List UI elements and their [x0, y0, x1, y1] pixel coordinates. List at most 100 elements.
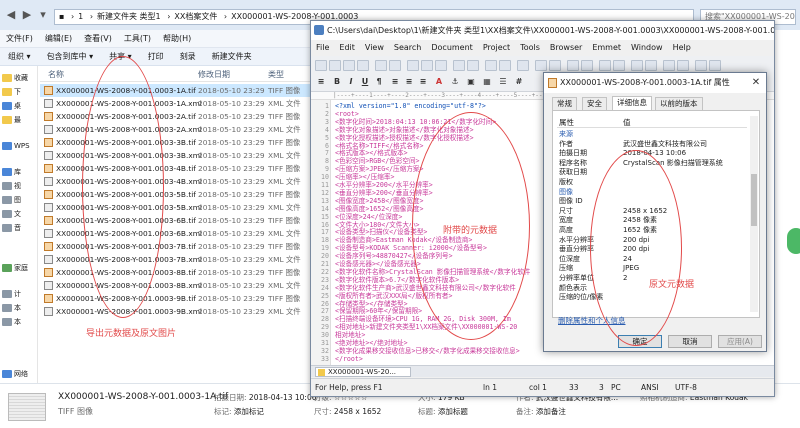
menu-file[interactable]: File	[311, 40, 334, 56]
directory-icon[interactable]	[663, 60, 675, 71]
document-tab[interactable]: XX000001-WS-20...	[315, 367, 411, 377]
image-icon[interactable]: ▣	[465, 76, 477, 88]
include-in-library-button[interactable]: 包含到库中 ▾	[39, 48, 102, 66]
align-left-icon[interactable]: ≡	[389, 76, 401, 88]
zoom-out-icon[interactable]	[613, 60, 625, 71]
menu-help[interactable]: Help	[668, 40, 696, 56]
sidebar-item-local-disk[interactable]: 本	[2, 302, 21, 314]
new-file-icon[interactable]	[315, 60, 327, 71]
sidebar-item-videos[interactable]: 视	[2, 180, 21, 192]
underline-icon[interactable]: U	[359, 76, 371, 88]
paragraph-icon[interactable]: ¶	[373, 76, 385, 88]
font-color-icon[interactable]: A	[433, 76, 445, 88]
menu-tools[interactable]: 工具(T)	[118, 30, 157, 48]
file-row[interactable]: XX000001-WS-2008-Y-001.0003-9B.xml 2018-0…	[40, 305, 350, 318]
sidebar-item-recent[interactable]: 最	[2, 114, 21, 126]
open-file-icon[interactable]	[329, 60, 341, 71]
macro-icon[interactable]	[631, 60, 643, 71]
new-folder-button[interactable]: 新建文件夹	[204, 48, 260, 66]
sidebar-item-libraries[interactable]: 库	[2, 166, 21, 178]
menu-edit[interactable]: 编辑(E)	[39, 30, 78, 48]
replace-icon[interactable]	[499, 60, 511, 71]
undo-icon[interactable]	[453, 60, 465, 71]
sidebar-item-favorites[interactable]: 收藏	[2, 72, 28, 84]
sidebar-item-downloads[interactable]: 下	[2, 86, 21, 98]
file-row[interactable]: XX000001-WS-2008-Y-001.0003-1A.tif 2018-0…	[40, 84, 350, 97]
scrollbar[interactable]	[750, 116, 758, 312]
settings-icon[interactable]	[695, 60, 707, 71]
spell-check-icon[interactable]	[581, 60, 593, 71]
forward-icon[interactable]: ▶	[20, 8, 34, 22]
menu-browser[interactable]: Browser	[545, 40, 587, 56]
column-header-date[interactable]: 修改日期	[198, 69, 230, 80]
list-icon[interactable]: ☰	[497, 76, 509, 88]
italic-icon[interactable]: I	[345, 76, 357, 88]
recent-dropdown-icon[interactable]: ▾	[36, 8, 50, 22]
file-row[interactable]: XX000001-WS-2008-Y-001.0003-1A.xml 2018-0…	[40, 97, 350, 110]
file-row[interactable]: XX000001-WS-2008-Y-001.0003-8B.tif 2018-0…	[40, 266, 350, 279]
preview-icon[interactable]	[389, 60, 401, 71]
sidebar-item-computer[interactable]: 计	[2, 288, 21, 300]
sidebar-item-documents[interactable]: 文	[2, 208, 21, 220]
link-icon[interactable]: ⚓	[449, 76, 461, 88]
back-icon[interactable]: ◀	[4, 8, 18, 22]
details-comment[interactable]: 备注: 添加备注	[516, 406, 566, 417]
print-icon[interactable]	[375, 60, 387, 71]
zoom-in-icon[interactable]	[599, 60, 611, 71]
sidebar-item-local-disk[interactable]: 本	[2, 316, 21, 328]
menu-help[interactable]: 帮助(H)	[157, 30, 197, 48]
cancel-button[interactable]: 取消	[668, 335, 712, 348]
breadcrumb-segment[interactable]: 1	[78, 12, 83, 21]
column-header-type[interactable]: 类型	[268, 69, 284, 80]
paste-icon[interactable]	[435, 60, 447, 71]
table-icon[interactable]: ▦	[481, 76, 493, 88]
align-right-icon[interactable]: ≡	[417, 76, 429, 88]
redo-icon[interactable]	[467, 60, 479, 71]
cut-icon[interactable]	[407, 60, 419, 71]
output-icon[interactable]	[677, 60, 689, 71]
menu-edit[interactable]: Edit	[334, 40, 360, 56]
ruler-icon[interactable]	[567, 60, 579, 71]
floating-widget-icon[interactable]	[787, 228, 800, 254]
details-title[interactable]: 标题: 添加标题	[418, 406, 468, 417]
sidebar-item-network[interactable]: 网络	[2, 368, 28, 380]
tab-general[interactable]: 常规	[552, 97, 577, 110]
save-all-icon[interactable]	[357, 60, 369, 71]
tab-details[interactable]: 详细信息	[612, 96, 652, 110]
details-tags[interactable]: 标记: 添加标记	[214, 406, 264, 417]
property-row[interactable]: 作者 武汉盛世鑫文科技有限公司	[557, 140, 747, 149]
menu-window[interactable]: Window	[626, 40, 668, 56]
breadcrumb-segment[interactable]: 新建文件夹 类型1	[97, 12, 161, 21]
sidebar-item-music[interactable]: 音	[2, 222, 21, 234]
menu-document[interactable]: Document	[426, 40, 477, 56]
menu-view[interactable]: 查看(V)	[78, 30, 118, 48]
column-header-name[interactable]: 名称	[48, 69, 64, 80]
browser-preview-icon[interactable]	[517, 60, 529, 71]
align-center-icon[interactable]: ≡	[403, 76, 415, 88]
sidebar-item-homegroup[interactable]: 家庭	[2, 262, 28, 274]
clip-icon[interactable]	[645, 60, 657, 71]
column-header-value[interactable]: 值	[623, 117, 631, 128]
menu-view[interactable]: View	[360, 40, 389, 56]
word-wrap-icon[interactable]	[535, 60, 547, 71]
burn-button[interactable]: 刻录	[172, 48, 204, 66]
menu-tools[interactable]: Tools	[515, 40, 545, 56]
tab-previous-versions[interactable]: 以前的版本	[655, 97, 703, 110]
column-header-property[interactable]: 属性	[559, 117, 574, 128]
menu-project[interactable]: Project	[478, 40, 515, 56]
apply-button[interactable]: 应用(A)	[718, 335, 762, 348]
breadcrumb-segment[interactable]: XX档案文件	[174, 12, 217, 21]
line-number-icon[interactable]	[549, 60, 561, 71]
print-button[interactable]: 打印	[140, 48, 172, 66]
comment-icon[interactable]: #	[513, 76, 525, 88]
file-row[interactable]: XX000001-WS-2008-Y-001.0003-7B.xml 2018-0…	[40, 253, 350, 266]
organize-button[interactable]: 组织 ▾	[0, 48, 39, 66]
close-icon[interactable]: ✕	[749, 76, 763, 90]
sidebar-item-wps[interactable]: WPS	[2, 140, 30, 152]
menu-search[interactable]: Search	[389, 40, 426, 56]
menu-file[interactable]: 文件(F)	[0, 30, 39, 48]
file-row[interactable]: XX000001-WS-2008-Y-001.0003-9B.tif 2018-0…	[40, 292, 350, 305]
copy-icon[interactable]	[421, 60, 433, 71]
menu-emmet[interactable]: Emmet	[587, 40, 626, 56]
help-icon[interactable]	[709, 60, 721, 71]
